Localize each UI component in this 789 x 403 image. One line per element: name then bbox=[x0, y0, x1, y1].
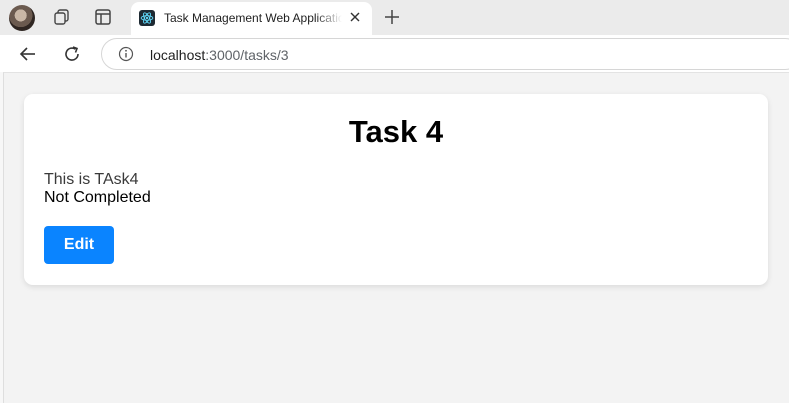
task-status: Not Completed bbox=[44, 189, 151, 206]
edit-button[interactable]: Edit bbox=[44, 226, 114, 264]
tab-title: Task Management Web Application bbox=[164, 11, 342, 25]
workspaces-icon[interactable] bbox=[52, 7, 72, 27]
close-icon[interactable] bbox=[346, 8, 364, 26]
page-viewport: Task 4 This is TAsk4 Not Completed Edit bbox=[3, 72, 789, 403]
url-text: localhost:3000/tasks/3 bbox=[150, 47, 289, 63]
task-card: Task 4 This is TAsk4 Not Completed Edit bbox=[24, 94, 768, 285]
task-title: Task 4 bbox=[348, 114, 444, 149]
task-description: This is TAsk4 bbox=[44, 171, 139, 188]
active-tab[interactable]: Task Management Web Application bbox=[131, 2, 372, 35]
info-icon[interactable] bbox=[118, 46, 134, 62]
profile-avatar[interactable] bbox=[9, 5, 35, 31]
tab-actions-icon[interactable] bbox=[93, 7, 113, 27]
back-arrow-icon[interactable] bbox=[17, 43, 39, 65]
url-path: :3000/tasks/3 bbox=[205, 47, 289, 63]
reload-icon[interactable] bbox=[61, 43, 83, 65]
browser-tab-strip: Task Management Web Application bbox=[0, 0, 789, 35]
browser-toolbar: localhost:3000/tasks/3 bbox=[0, 35, 789, 72]
url-host: localhost bbox=[150, 47, 206, 63]
react-logo-icon bbox=[139, 10, 155, 26]
address-bar[interactable]: localhost:3000/tasks/3 bbox=[101, 38, 789, 70]
plus-icon[interactable] bbox=[382, 7, 402, 27]
